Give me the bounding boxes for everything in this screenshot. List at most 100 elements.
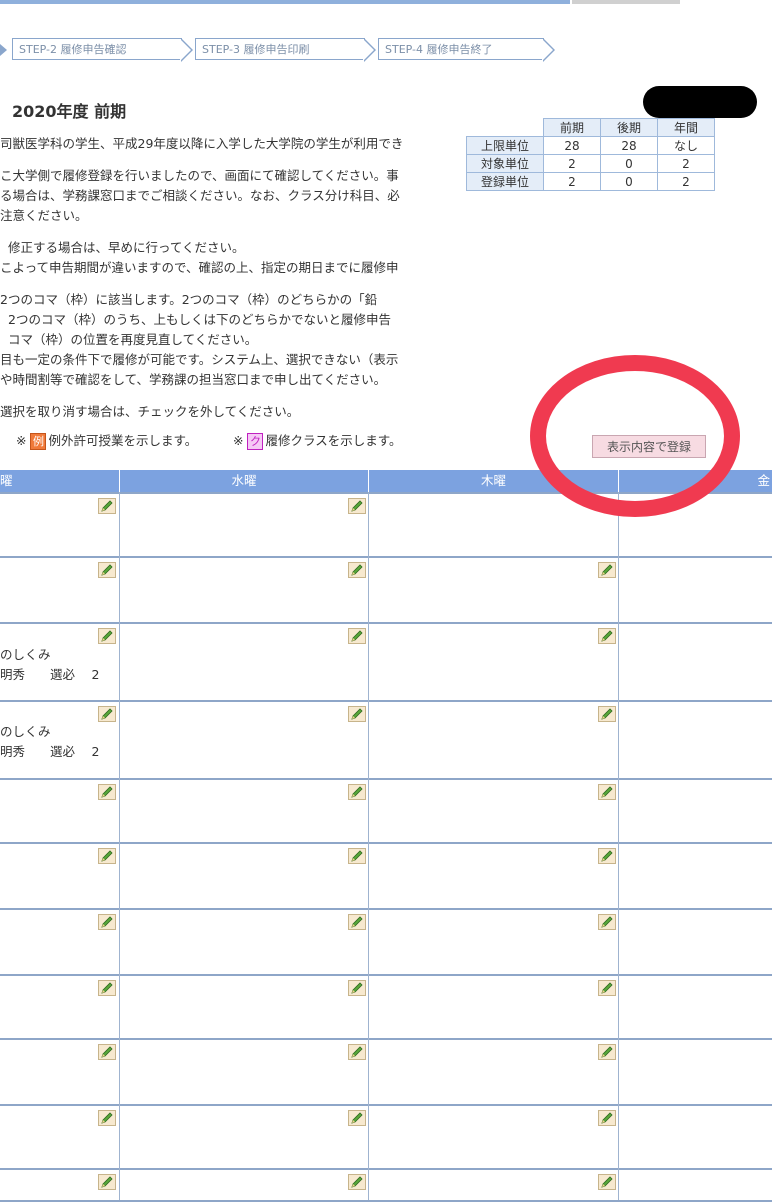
pencil-icon[interactable] — [98, 1174, 116, 1190]
pencil-icon[interactable] — [348, 628, 366, 644]
pencil-icon[interactable] — [598, 848, 616, 864]
pencil-icon[interactable] — [598, 1044, 616, 1060]
pencil-icon[interactable] — [98, 784, 116, 800]
grid-row-divider — [0, 842, 772, 844]
step-4[interactable]: STEP-4 履修申告終了 — [378, 38, 555, 62]
note-line: こよって申告期間が違いますので、確認の上、指定の期日までに履修申 — [0, 260, 399, 275]
pencil-icon[interactable] — [348, 498, 366, 514]
pencil-icon[interactable] — [348, 1110, 366, 1126]
note-line — [0, 226, 445, 238]
note-line: 司獣医学科の学生、平成29年度以降に入学した大学院の学生が利用でき — [0, 136, 404, 151]
units-header-second-term: 後期 — [600, 118, 658, 137]
note-line: 目も一定の条件下で履修が可能です。システム上、選択できない（表示 — [0, 352, 399, 367]
pencil-icon[interactable] — [98, 1044, 116, 1060]
pencil-icon[interactable] — [348, 980, 366, 996]
note-line: 注意ください。 — [0, 208, 88, 223]
register-displayed-button[interactable]: 表示内容で登録 — [592, 435, 706, 458]
pencil-icon[interactable] — [348, 1174, 366, 1190]
credit-units-table: 前期 後期 年間 上限単位 28 28 なし 対象単位 2 0 2 登録単位 2… — [466, 118, 715, 191]
note-line: 2つのコマ（枠）に該当します。2つのコマ（枠）のどちらかの「鉛 — [0, 292, 378, 307]
pencil-icon[interactable] — [348, 706, 366, 722]
pencil-icon[interactable] — [348, 1044, 366, 1060]
pencil-icon[interactable] — [348, 914, 366, 930]
instruction-notes: 司獣医学科の学生、平成29年度以降に入学した大学院の学生が利用でき こ大学側で履… — [0, 134, 445, 422]
course-name: のしくみ — [0, 724, 51, 739]
step-arrow-icon — [0, 44, 7, 56]
units-cell: 2 — [543, 154, 601, 173]
pencil-icon[interactable] — [98, 628, 116, 644]
grid-column-divider — [119, 492, 120, 1200]
units-header-annual: 年間 — [657, 118, 715, 137]
legend-prefix: ※ — [233, 433, 244, 448]
units-cell: 2 — [543, 172, 601, 191]
units-corner — [466, 118, 544, 137]
grid-column-divider — [618, 492, 619, 1200]
exception-badge-icon: 例 — [30, 433, 47, 450]
course-entry: のしくみ 明秀 選必 2 — [0, 645, 99, 685]
pencil-icon[interactable] — [98, 498, 116, 514]
pencil-icon[interactable] — [598, 1110, 616, 1126]
note-line — [0, 390, 445, 402]
legend-exception: ※ 例例外許可授業を示します。 — [16, 430, 197, 450]
pencil-icon[interactable] — [98, 914, 116, 930]
grid-row-divider — [0, 778, 772, 780]
grid-row-divider — [0, 1168, 772, 1170]
step-4-label: STEP-4 履修申告終了 — [385, 43, 493, 56]
day-header-thursday: 木曜 — [369, 470, 619, 492]
grid-row-divider — [0, 974, 772, 976]
units-cell: 2 — [657, 172, 715, 191]
pencil-icon[interactable] — [598, 1174, 616, 1190]
pencil-icon[interactable] — [98, 980, 116, 996]
pencil-icon[interactable] — [348, 784, 366, 800]
note-line — [0, 278, 445, 290]
pencil-icon[interactable] — [98, 562, 116, 578]
units-header-first-term: 前期 — [543, 118, 601, 137]
pencil-icon[interactable] — [598, 914, 616, 930]
top-bar-segment — [572, 0, 680, 4]
legend-exception-text: 例外許可授業を示します。 — [48, 433, 198, 448]
pencil-icon[interactable] — [598, 562, 616, 578]
step-2[interactable]: STEP-2 履修申告確認 — [12, 38, 193, 62]
pencil-icon[interactable] — [98, 848, 116, 864]
units-cell: 0 — [600, 172, 658, 191]
course-entry: のしくみ 明秀 選必 2 — [0, 722, 99, 762]
legend-class-text: 履修クラスを示します。 — [265, 433, 402, 448]
pencil-icon[interactable] — [348, 562, 366, 578]
note-line — [0, 154, 445, 166]
pencil-icon[interactable] — [98, 706, 116, 722]
units-cell: なし — [657, 136, 715, 155]
top-progress-bar — [0, 0, 570, 4]
grid-column-divider — [368, 492, 369, 1200]
course-name: のしくみ — [0, 647, 51, 662]
step-2-label: STEP-2 履修申告確認 — [19, 43, 127, 56]
pencil-icon[interactable] — [98, 1110, 116, 1126]
units-cell: 0 — [600, 154, 658, 173]
day-header-tuesday: 曜 — [0, 470, 120, 492]
course-detail: 明秀 選必 2 — [0, 667, 100, 682]
pencil-icon[interactable] — [348, 848, 366, 864]
redaction-mark — [643, 86, 757, 118]
grid-row-divider — [0, 908, 772, 910]
day-header-wednesday: 水曜 — [120, 470, 369, 492]
grid-row-divider — [0, 1104, 772, 1106]
units-row-label: 上限単位 — [466, 136, 544, 155]
note-line: 修正する場合は、早めに行ってください。 — [8, 240, 245, 255]
units-cell: 28 — [600, 136, 658, 155]
pencil-icon[interactable] — [598, 980, 616, 996]
units-cell: 28 — [543, 136, 601, 155]
step-3-label: STEP-3 履修申告印刷 — [202, 43, 310, 56]
grid-row-divider — [0, 622, 772, 624]
note-line: る場合は、学務課窓口までご相談ください。なお、クラス分け科目、必 — [0, 188, 400, 203]
class-badge-icon: ク — [247, 433, 264, 450]
pencil-icon[interactable] — [598, 628, 616, 644]
pencil-icon[interactable] — [598, 706, 616, 722]
units-row-label: 登録単位 — [466, 172, 544, 191]
grid-row-divider — [0, 556, 772, 558]
legend-class: ※ ク履修クラスを示します。 — [233, 430, 401, 450]
pencil-icon[interactable] — [598, 784, 616, 800]
units-cell: 2 — [657, 154, 715, 173]
step-3[interactable]: STEP-3 履修申告印刷 — [195, 38, 376, 62]
grid-row-divider — [0, 1038, 772, 1040]
grid-row-divider — [0, 492, 772, 494]
note-line: 選択を取り消す場合は、チェックを外してください。 — [0, 404, 300, 419]
